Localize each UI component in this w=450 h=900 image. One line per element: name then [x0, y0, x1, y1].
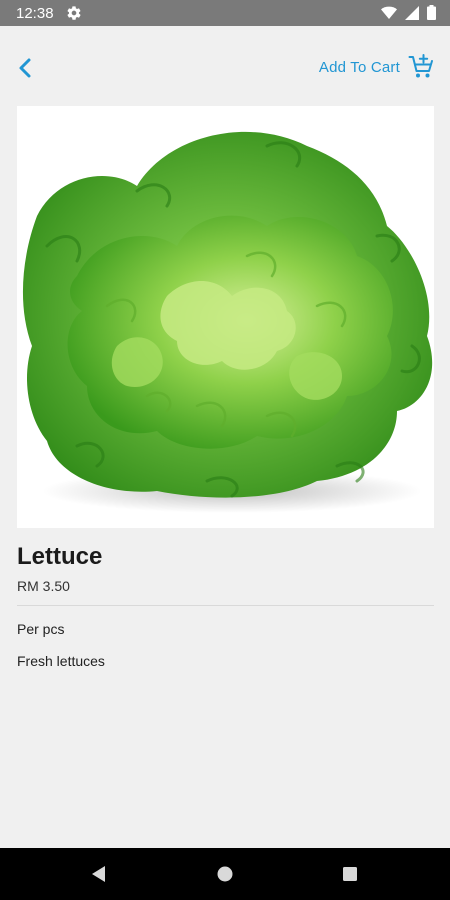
divider [17, 605, 434, 606]
navigation-bar [0, 848, 450, 900]
nav-home-button[interactable] [215, 864, 235, 884]
back-button[interactable] [12, 54, 40, 82]
battery-icon [427, 5, 436, 20]
status-bar: 12:38 [0, 0, 450, 26]
wifi-icon [381, 6, 397, 20]
lettuce-photo [17, 106, 434, 528]
nav-home-icon [217, 866, 233, 882]
cart-add-icon [408, 54, 433, 78]
add-to-cart-button[interactable]: Add To Cart [319, 54, 434, 80]
add-to-cart-label: Add To Cart [318, 58, 400, 76]
app-bar: Add To Cart [0, 26, 450, 106]
product-unit: Per pcs [17, 621, 65, 637]
product-description: Fresh lettuces [17, 653, 105, 669]
product-image [17, 106, 434, 528]
status-time: 12:38 [16, 5, 54, 22]
nav-recents-button[interactable] [340, 864, 360, 884]
gear-icon [66, 5, 82, 21]
nav-back-button[interactable] [89, 864, 109, 884]
product-price: RM 3.50 [17, 578, 70, 594]
nav-recents-icon [343, 867, 357, 881]
chevron-left-icon [19, 58, 31, 78]
nav-back-icon [92, 866, 105, 882]
status-icons [381, 5, 436, 20]
product-name: Lettuce [17, 543, 103, 570]
cellular-icon [405, 5, 419, 20]
